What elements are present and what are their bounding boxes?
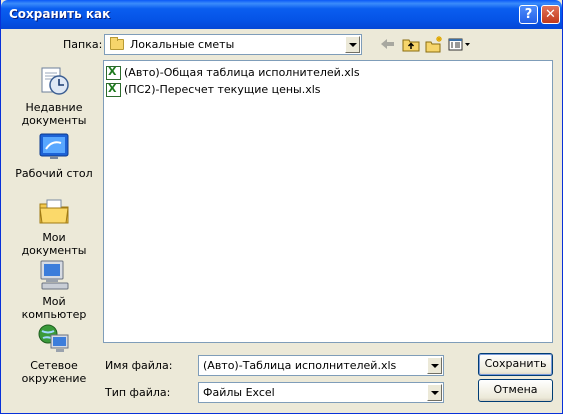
place-label-line: Недавние [25, 101, 83, 114]
title-bar[interactable]: Сохранить как ? ✕ [1, 0, 562, 29]
help-button[interactable]: ? [519, 5, 538, 24]
my-computer-icon [40, 260, 69, 290]
place-label-line: Сетевое [30, 359, 78, 372]
folder-select-value: Локальные сметы [130, 38, 235, 51]
new-folder-button[interactable] [424, 34, 444, 54]
back-arrow-icon [381, 39, 394, 49]
recent-documents-icon [41, 67, 69, 95]
places-bar: Недавние документы Рабочий стол Мои доку… [9, 60, 99, 403]
chevron-down-icon[interactable] [427, 384, 442, 401]
excel-file-icon [106, 65, 121, 80]
filename-label: Имя файла: [105, 359, 173, 372]
filetype-value: Файлы Excel [203, 386, 275, 399]
my-documents-icon [39, 199, 69, 224]
filetype-select[interactable]: Файлы Excel [198, 382, 444, 403]
chevron-down-icon[interactable] [427, 357, 442, 374]
filename-value: (Авто)-Таблица исполнителей.xls [203, 359, 397, 372]
place-my-documents[interactable]: Мои документы [9, 194, 99, 257]
place-recent-documents[interactable]: Недавние документы [9, 64, 99, 127]
folder-icon [110, 37, 124, 50]
place-desktop[interactable]: Рабочий стол [9, 130, 99, 180]
place-label-line: окружение [21, 372, 87, 385]
chevron-down-icon[interactable] [345, 36, 360, 53]
filename-input[interactable]: (Авто)-Таблица исполнителей.xls [198, 355, 444, 376]
place-my-computer[interactable]: Мой компьютер [9, 258, 99, 321]
views-menu-button[interactable] [447, 34, 473, 54]
excel-file-icon [106, 82, 121, 97]
file-name: (Авто)-Общая таблица исполнителей.xls [124, 66, 360, 79]
desktop-icon [39, 133, 69, 159]
close-button[interactable]: ✕ [541, 5, 560, 24]
close-icon: ✕ [545, 7, 556, 22]
place-label-line: Мой компьютер [21, 295, 87, 321]
back-button[interactable] [378, 34, 398, 54]
place-label-line: Мои документы [21, 231, 87, 257]
up-one-level-button[interactable] [401, 34, 421, 54]
place-network[interactable]: Сетевое окружение [9, 322, 99, 385]
help-icon: ? [524, 7, 533, 22]
place-label-line: Рабочий стол [15, 167, 93, 180]
save-button[interactable]: Сохранить [478, 353, 553, 376]
new-folder-icon [425, 36, 442, 53]
folder-label: Папка: [63, 38, 103, 51]
place-label-line: документы [21, 114, 87, 127]
file-name: (ПС2)-Пересчет текущие цены.xls [124, 83, 321, 96]
up-one-level-icon [402, 39, 420, 52]
folder-select[interactable]: Локальные сметы [104, 34, 362, 55]
file-list[interactable]: (Авто)-Общая таблица исполнителей.xls (П… [103, 60, 553, 343]
cancel-button[interactable]: Отмена [478, 379, 553, 402]
filetype-label: Тип файла: [105, 386, 171, 399]
network-places-icon [38, 324, 69, 352]
views-menu-icon [448, 38, 470, 51]
dialog-title: Сохранить как [9, 7, 111, 21]
save-as-dialog: Сохранить как ? ✕ Папка: Локальные сметы [0, 0, 563, 414]
